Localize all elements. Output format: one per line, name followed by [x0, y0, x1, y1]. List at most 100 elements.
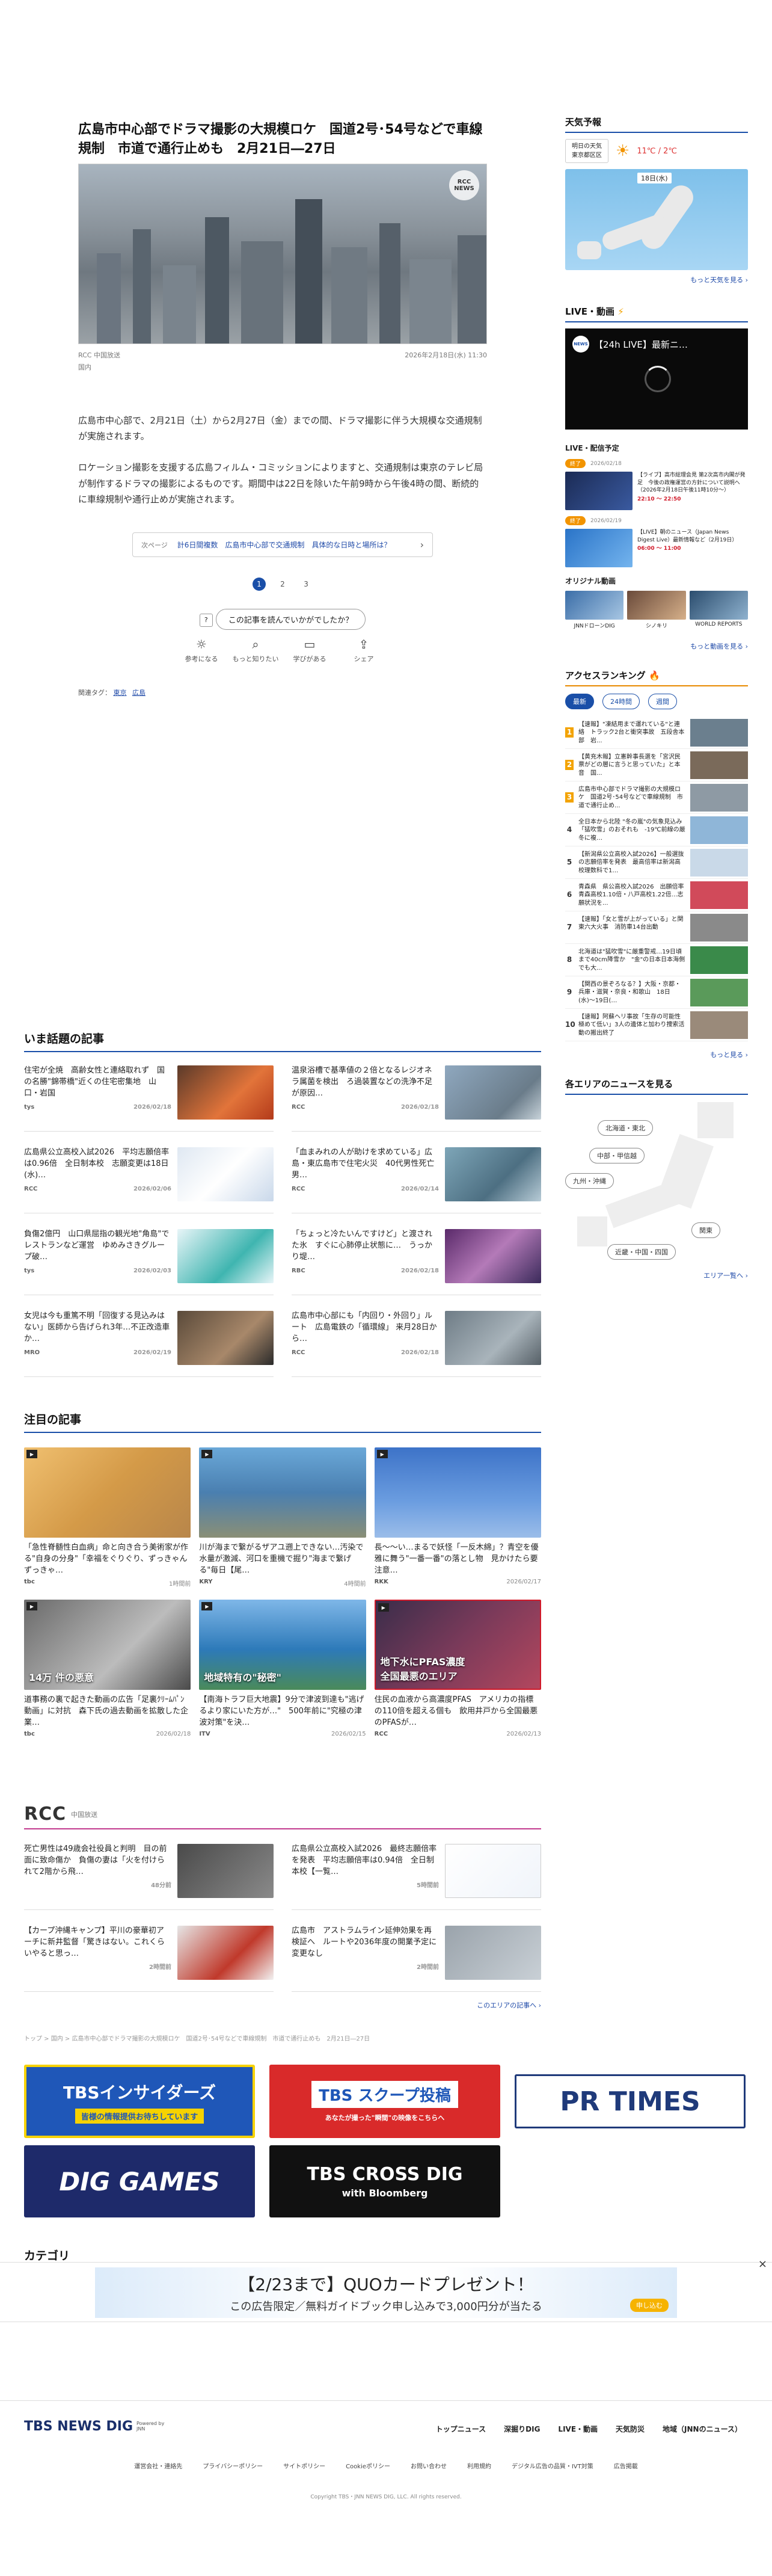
area-hokkaido-tohoku[interactable]: 北海道・東北 — [598, 1120, 653, 1136]
breadcrumb[interactable]: トップ > 国内 > 広島市中心部でドラマ撮影の大規模ロケ 国道2号･54号など… — [24, 2033, 541, 2042]
trending-item[interactable]: 負傷2億円 山口県屈指の観光地"角島"でレストランなど運営 ゆめみさきグループ破… — [24, 1229, 274, 1295]
original-world-reports[interactable]: WORLD REPORTS — [689, 591, 748, 629]
footer-link[interactable]: 運営会社・連絡先 — [134, 2461, 182, 2470]
featured-item-title: 【南海トラフ巨大地震】9分で津波到達も"逃げるより家にいた方が…" 500年前に… — [199, 1695, 364, 1727]
footer-link[interactable]: デジタル広告の品質・IVT対策 — [512, 2461, 593, 2470]
featured-item[interactable]: ▶ 地下水にPFAS濃度 全国最悪のエリア 住民の血液から高濃度PFAS アメリカの… — [374, 1600, 541, 1737]
reaction-want-more[interactable]: ⌕ もっと知りたい — [231, 637, 280, 664]
ranking-item[interactable]: 4 全日本から北陸 "冬の嵐"の気象見込み 「猛吹雪」のおそれも -19℃前線の厳… — [565, 814, 748, 846]
weather-area[interactable]: 東京都区区 — [572, 151, 602, 160]
ranking-item[interactable]: 3 広島市中心部でドラマ撮影の大規模ロケ 国道2号･54号などで車線規制 市道で通… — [565, 781, 748, 814]
trending-item[interactable]: 広島市中心部にも「内回り・外回り」ルート 広島電鉄の「循環線」 来月28日から…… — [292, 1311, 541, 1377]
reaction-learned[interactable]: ▭ 学びがある — [286, 637, 334, 664]
ranking-item[interactable]: 10 【速報】阿蘇ヘリ事故「生存の可能性極めて低い」3人の遺体と加わり捜索活動の搬… — [565, 1009, 748, 1041]
trending-item[interactable]: 「ちょっと冷たいんですけど」と渡された氷 すぐに心肺停止状態に… うっかり堤… R… — [292, 1229, 541, 1295]
next-page-link[interactable]: 次ページ 計6日間複数 広島市中心部で交通規制 具体的な日時と場所は？ › — [132, 532, 433, 558]
featured-item-date: 4時間前 — [344, 1581, 366, 1588]
tag-hiroshima[interactable]: 広島 — [132, 689, 146, 697]
ranking-item[interactable]: 8 北海道は"猛吹雪"に厳重警戒…19日頃まで40cm降雪か "金"の日本日本海側… — [565, 944, 748, 976]
reaction-helpful[interactable]: ☼ 参考になる — [177, 637, 225, 664]
featured-item-meta: ITV 2026/02/15 — [199, 1731, 366, 1737]
original-drone-dig[interactable]: JNNドローンDIG — [565, 591, 624, 629]
footer-link[interactable]: サイトポリシー — [283, 2461, 325, 2470]
trending-item[interactable]: 女児は今も重篤不明「回復する見込みはない」医師から告げられ3年…不正改造車か… M… — [24, 1311, 274, 1377]
ranking-item[interactable]: 1 【速報】"凍結用まで運れている"と連絡 トラック2台と衝突事故 五段舎本部 岩… — [565, 716, 748, 749]
ad-banner[interactable]: 【2/23まで】QUOカードプレゼント！ この広告限定／無料ガイドブック申し込み… — [0, 2258, 772, 2322]
footer-link[interactable]: プライバシーポリシー — [203, 2461, 263, 2470]
footer-logo[interactable]: TBS NEWS DIG — [24, 2419, 133, 2434]
ranking-thumbnail — [690, 946, 748, 974]
live-schedule-item[interactable]: 終了 2026/02/19 【LIVE】朝のニュース（Japan News Dige… — [565, 516, 748, 567]
ranking-more-link[interactable]: もっと見る › — [565, 1050, 748, 1059]
live-schedule-date: 2026/02/18 — [590, 460, 622, 467]
scoop-banner[interactable]: TBS スクープ投稿 あなたが撮った"瞬間"の映像をこちらへ — [269, 2065, 500, 2138]
ranking-tab-latest[interactable]: 最新 — [565, 694, 594, 709]
page-1[interactable]: 1 — [252, 578, 266, 591]
featured-item[interactable]: ▶ 「急性脊髄性白血病」命と向き合う美術家が作る"自身の分身"「幸福をぐりぐり、ず… — [24, 1447, 191, 1588]
area-kyushu-okinawa[interactable]: 九州・沖縄 — [565, 1173, 614, 1189]
ranking-item[interactable]: 6 青森県 県公高校入試2026 出願倍率 青森高校1.10倍・八戸高校1.22倍… — [565, 879, 748, 911]
live-schedule-row: 【ライブ】高市総理会見 第2次高市内閣が発足 今後の政権運営の方針について説明へ… — [565, 472, 748, 510]
insider-banner[interactable]: TBSインサイダーズ 皆様の情報提供お待ちしています — [24, 2065, 255, 2138]
area-chubu-koshinetsu[interactable]: 中部・甲信越 — [589, 1148, 645, 1163]
ranking-tab-weekly[interactable]: 週間 — [648, 694, 677, 709]
dig-games-banner[interactable]: DIG GAMES — [24, 2145, 255, 2217]
cross-dig-banner[interactable]: TBS CROSS DIG with Bloomberg — [269, 2145, 500, 2217]
rcc-item[interactable]: 広島県公立高校入試2026 最終志願倍率を発表 平均志願倍率は0.94倍 全日制… — [292, 1844, 541, 1910]
rcc-news-badge: RCC NEWS — [449, 170, 479, 200]
trending-item[interactable]: 広島県公立高校入試2026 平均志願倍率は0.96倍 全日制本校 志願変更は18… — [24, 1147, 274, 1213]
tag-tokyo[interactable]: 東京 — [114, 689, 127, 697]
ranking-item[interactable]: 5 【新潟県公立高校入試2026】一般選抜の志願倍率を発表 最高倍率は新潟高校理数… — [565, 846, 748, 879]
featured-item-meta: KRY 4時間前 — [199, 1579, 366, 1588]
featured-item[interactable]: ▶ 長〜〜い…まるで妖怪「一反木綿」？青空を優雅に舞う"一番一番"の落とし物 見か… — [374, 1447, 541, 1588]
live-schedule-item[interactable]: 終了 2026/02/18 【ライブ】高市総理会見 第2次高市内閣が発足 今後の政権… — [565, 459, 748, 510]
article-category[interactable]: 国内 — [78, 362, 487, 372]
footer-nav-item[interactable]: 深掘りDIG — [504, 2424, 540, 2434]
rcc-more-link[interactable]: このエリアの記事へ › — [24, 2000, 541, 2010]
ranking-tab-24h[interactable]: 24時間 — [602, 694, 640, 709]
ranking-item[interactable]: 2 【黄充木報】立憲幹事長選を「宮沢民票がどの層に言うと思っていた」と本音 国..… — [565, 749, 748, 781]
page-3[interactable]: 3 — [299, 578, 313, 591]
area-kanto[interactable]: 関東 — [691, 1222, 720, 1238]
featured-item[interactable]: ▶ 川が海まで繋がるザアユ遡上できない…汚染で水量が激減、河口を重機で掘り"海まで… — [199, 1447, 366, 1588]
footer-nav-item[interactable]: 地域（JNNのニュース） — [663, 2424, 742, 2434]
weather-more-link[interactable]: もっと天気を見る › — [565, 275, 748, 285]
trending-item[interactable]: 温泉浴槽で基準値の２倍となるレジオネラ属菌を検出 ろ過装置などの洗浄不足が原因…… — [292, 1065, 541, 1132]
ranking-item[interactable]: 7 【速報】「女と雪が上がっている」と関東六大火事 消防車14台出動 — [565, 911, 748, 944]
article-source[interactable]: RCC 中国放送 — [78, 350, 120, 360]
close-icon[interactable]: × — [758, 2258, 767, 2270]
video-more-link[interactable]: もっと動画を見る › — [565, 641, 748, 651]
footer-nav-item[interactable]: LIVE・動画 — [558, 2424, 598, 2434]
trending-item-body: 女児は今も重篤不明「回復する見込みはない」医師から告げられ3年…不正改造車か… M… — [24, 1311, 171, 1370]
footer-link[interactable]: 広告掲載 — [614, 2461, 638, 2470]
footer-nav-item[interactable]: 天気防災 — [616, 2424, 645, 2434]
trending-item-thumbnail — [445, 1229, 541, 1283]
area-kinki-chugoku-shikoku[interactable]: 近畿・中国・四国 — [607, 1244, 676, 1260]
featured-item[interactable]: ▶ 14万 件の悪意 道事務の裏で起きた動画の広告「足裏ｸﾘｰﾑﾊﾟﾝ動画」に対抗 … — [24, 1600, 191, 1737]
original-shinokiri[interactable]: シノキリ — [627, 591, 686, 629]
rcc-item[interactable]: 【カープ沖縄キャンプ】平川の豪華初アーチに新井監督「驚きはない。これくらいやると… — [24, 1926, 274, 1992]
footer-link[interactable]: お問い合わせ — [411, 2461, 447, 2470]
loading-spinner-icon — [645, 366, 671, 392]
trending-item-source: RCC — [24, 1185, 38, 1192]
prtimes-banner[interactable]: PR TIMES — [515, 2074, 746, 2128]
rcc-item[interactable]: 広島市 アストラムライン延伸効果を再検証へ ルートや2036年度の開業予定に変更… — [292, 1926, 541, 1992]
footer-link[interactable]: Cookieポリシー — [346, 2461, 390, 2470]
featured-list: ▶ 「急性脊髄性白血病」命と向き合う美術家が作る"自身の分身"「幸福をぐりぐり、ず… — [24, 1447, 541, 1737]
share-button[interactable]: ⇪ シェア — [340, 637, 388, 664]
footer-link[interactable]: 利用規約 — [467, 2461, 491, 2470]
rcc-item-thumbnail — [177, 1844, 274, 1898]
footer-nav-item[interactable]: トップニュース — [436, 2424, 486, 2434]
area-more-link[interactable]: エリア一覧へ › — [565, 1271, 748, 1280]
featured-item[interactable]: ▶ 地域特有の"秘密" 【南海トラフ巨大地震】9分で津波到達も"逃げるより家にいた方… — [199, 1600, 366, 1737]
rcc-item[interactable]: 死亡男性は49歳会社役員と判明 目の前面に致命傷か 負傷の妻は「火を付けられて2… — [24, 1844, 274, 1910]
page-2[interactable]: 2 — [276, 578, 289, 591]
trending-item[interactable]: 「血まみれの人が助けを求めている」広島・東広島市で住宅火災 40代男性死亡 男…… — [292, 1147, 541, 1213]
live-player[interactable]: NEWS 【24h LIVE】最新ニ… — [565, 328, 748, 430]
ranking-item[interactable]: 9 【関西の景ぞろなる？】大阪・京都・兵庫・滋賀・奈良・和歌山 18日(水)〜19… — [565, 976, 748, 1009]
weather-map[interactable]: 18日(水) — [565, 169, 748, 270]
trending-item[interactable]: 住宅が全焼 高齢女性と連絡取れず 国の名勝"錦帯橋"近くの住宅密集地 山口・岩国… — [24, 1065, 274, 1132]
rcc-item-body: 死亡男性は49歳会社役員と判明 目の前面に致命傷か 負傷の妻は「火を付けられて2… — [24, 1844, 171, 1903]
area-heading: 各エリアのニュースを見る — [565, 1077, 748, 1095]
trending-item-thumbnail — [177, 1229, 274, 1283]
